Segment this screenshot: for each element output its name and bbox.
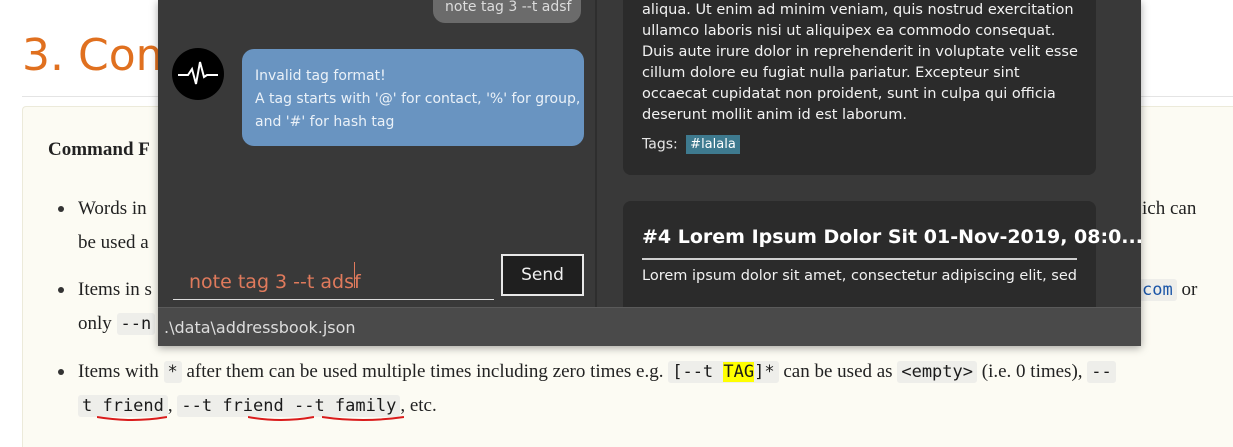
empty-code: <empty>	[897, 361, 977, 383]
star-code: *	[163, 361, 182, 383]
note-body-line: deserunt mollit anim id est laborum.	[642, 107, 907, 123]
bullet2-text: Items in s	[78, 279, 152, 300]
send-button[interactable]: Send	[501, 254, 584, 296]
tag-code-close: ]*	[754, 362, 775, 382]
dash-code: --	[1087, 361, 1116, 383]
tag-example-code: [--t TAG]*	[668, 361, 779, 383]
bullet1-text-cont: be used a	[78, 232, 149, 253]
bullet3-mid3: (i.e. 0 times),	[981, 361, 1083, 382]
bullet2-text-cont: only --n	[78, 313, 156, 335]
comma: ,	[167, 395, 173, 416]
bullet-dot	[58, 369, 64, 375]
note-body: aliqua. Ut enim ad minim veniam, quis no…	[642, 0, 1078, 126]
heartbeat-icon	[178, 61, 218, 85]
bot-message-line: and '#' for hash tag	[255, 114, 395, 130]
etc-text: , etc.	[400, 395, 437, 416]
bullet3-mid2: can be used as	[783, 361, 893, 382]
tag-code-open: [--t	[672, 362, 714, 382]
bullet1-text: Words in	[78, 198, 147, 219]
bot-message-line: A tag starts with '@' for contact, '%' f…	[255, 91, 581, 107]
tag-highlight: TAG	[723, 362, 755, 382]
bullet1-text-right: ich can	[1142, 198, 1197, 219]
bot-avatar	[172, 48, 224, 100]
notes-pane[interactable]: aliqua. Ut enim ad minim veniam, quis no…	[597, 0, 1141, 307]
app-window: note tag 3 --t adsf Invalid tag format! …	[158, 0, 1141, 346]
note-body-line: occaecat cupidatat non proident, sunt in…	[642, 86, 1056, 102]
bullet3-line2: t friend, --t friend --t family, etc.	[78, 395, 437, 417]
bullet3-line1: Items with * after them can be used mult…	[78, 361, 1116, 383]
user-message-bubble: note tag 3 --t adsf	[433, 0, 581, 23]
note-body-line: ullamco laboris nisi ut aliquipex ea com…	[642, 23, 1056, 39]
bot-message-line: Invalid tag format!	[255, 68, 386, 84]
bot-message-bubble: Invalid tag format! A tag starts with '@…	[242, 49, 584, 146]
chat-pane: note tag 3 --t adsf Invalid tag format! …	[158, 0, 595, 307]
bullet2-or: or	[1181, 279, 1198, 300]
tags-row: Tags: #lalala	[642, 135, 740, 154]
note-body-line: aliqua. Ut enim ad minim veniam, quis no…	[642, 2, 1074, 18]
note-card[interactable]: aliqua. Ut enim ad minim veniam, quis no…	[623, 0, 1096, 175]
note-body: Lorem ipsum dolor sit amet, consectetur …	[642, 268, 1077, 284]
spellcheck-underline	[322, 416, 404, 421]
bullet2-code: --n	[116, 313, 156, 335]
bullet2-right: com or	[1138, 279, 1198, 301]
note-body-line: Duis aute irure dolor in reprehenderit i…	[642, 44, 1078, 60]
note-body-line: cillum dolore eu fugiat nulla pariatur. …	[642, 65, 1020, 81]
bullet3-prefix: Items with	[78, 361, 159, 382]
note-title: #4 Lorem Ipsum Dolor Sit 01-Nov-2019, 08…	[642, 226, 1141, 248]
note-card[interactable]: #4 Lorem Ipsum Dolor Sit 01-Nov-2019, 08…	[623, 201, 1141, 307]
command-format-label: Command F	[48, 139, 150, 160]
email-link-code[interactable]: com	[1138, 279, 1177, 301]
bullet2-only: only	[78, 313, 112, 334]
storage-path: .\data\addressbook.json	[164, 318, 356, 337]
spellcheck-underline	[97, 416, 167, 421]
spellcheck-underline	[248, 416, 314, 421]
bullet-dot	[58, 206, 64, 212]
command-input[interactable]	[173, 252, 494, 300]
tag-chip[interactable]: #lalala	[686, 135, 740, 154]
bullet3-mid: after them can be used multiple times in…	[186, 361, 664, 382]
tags-label: Tags:	[642, 136, 678, 153]
bullet-dot	[58, 287, 64, 293]
status-bar: .\data\addressbook.json	[158, 307, 1141, 346]
note-title-underline	[642, 258, 1077, 260]
doc-heading: 3. Com	[22, 30, 179, 81]
text-caret	[354, 262, 355, 288]
